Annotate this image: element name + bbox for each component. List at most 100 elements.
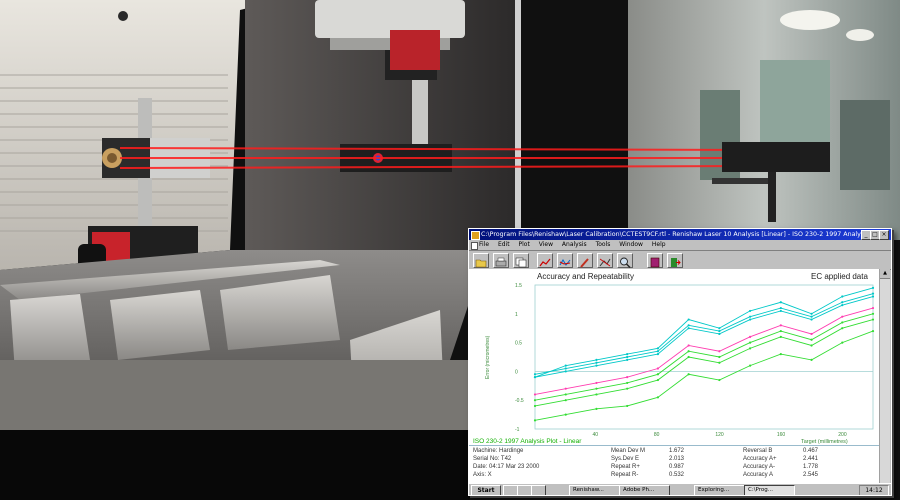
data-point: [810, 358, 813, 361]
vertical-scrollbar[interactable]: ▲ ▼: [879, 269, 890, 493]
line-chart-icon[interactable]: [537, 253, 553, 268]
zoom-icon[interactable]: [617, 253, 633, 268]
menu-help[interactable]: Help: [652, 241, 666, 248]
data-point: [626, 376, 629, 379]
close-icon[interactable]: ×: [879, 230, 889, 240]
menu-file[interactable]: File: [479, 241, 489, 248]
stat-value: 0.532: [669, 472, 685, 478]
stat-value: 2.441: [803, 456, 819, 462]
data-point: [687, 344, 690, 347]
analysis-window: C:\Program Files\Renishaw\Laser Calibrat…: [468, 228, 892, 496]
data-point: [841, 295, 844, 298]
data-point: [718, 361, 721, 364]
data-point: [841, 321, 844, 324]
data-point: [595, 364, 598, 367]
data-point: [871, 295, 875, 298]
data-point: [748, 315, 752, 318]
data-point: [656, 350, 660, 353]
serial-label: Serial No: T42: [473, 456, 512, 462]
data-point: [810, 344, 813, 347]
data-point: [779, 306, 782, 310]
data-point: [748, 335, 752, 338]
data-point: [748, 364, 752, 367]
menu-edit[interactable]: Edit: [498, 241, 510, 248]
data-point: [748, 309, 752, 313]
compare-icon[interactable]: [597, 253, 613, 268]
taskbar-item-adobe[interactable]: Adobe Ph...: [619, 485, 670, 495]
data-point: [656, 396, 660, 399]
data-point: [595, 361, 598, 364]
stat-label: Accuracy A+: [743, 456, 777, 462]
data-point: [533, 399, 537, 402]
data-point: [656, 367, 660, 370]
data-point: [595, 407, 598, 410]
menu-plot[interactable]: Plot: [519, 241, 530, 248]
series-line: [534, 313, 874, 401]
x-tick-label: 160: [777, 432, 786, 438]
taskbar-item-active-window[interactable]: C:\Prog...: [744, 485, 795, 495]
data-point: [718, 350, 721, 353]
book-icon[interactable]: [647, 253, 663, 268]
stat-value: 2.545: [803, 472, 819, 478]
document-icon[interactable]: [471, 242, 478, 250]
y-axis-label: Error (micrometres): [485, 335, 491, 379]
machine-label: Machine: Hardinge: [473, 448, 524, 454]
data-point: [841, 304, 844, 307]
stat-value: 2.013: [669, 456, 685, 462]
scroll-up-icon[interactable]: ▲: [880, 269, 890, 279]
plot-icon[interactable]: [557, 253, 573, 268]
statistics-panel: ISO 230-2 1997 Analysis Plot - Linear Ma…: [469, 438, 879, 484]
taskbar-item-exploring[interactable]: Exploring...: [694, 485, 745, 495]
data-point: [626, 404, 629, 408]
data-point: [656, 373, 660, 376]
stat-label: Repeat R+: [611, 464, 640, 470]
exit-icon[interactable]: [667, 253, 683, 268]
data-point: [564, 364, 567, 367]
data-point: [656, 347, 660, 350]
data-point: [595, 358, 598, 361]
data-point: [810, 332, 813, 336]
data-point: [779, 309, 782, 313]
quicklaunch-ie-icon[interactable]: [503, 485, 518, 495]
data-point: [564, 399, 567, 402]
data-point: [871, 286, 875, 289]
menu-bar: File Edit Plot View Analysis Tools Windo…: [469, 240, 891, 251]
window-titlebar[interactable]: C:\Program Files\Renishaw\Laser Calibrat…: [469, 229, 891, 240]
data-point: [564, 367, 567, 370]
data-point: [626, 381, 629, 385]
data-point: [718, 355, 721, 359]
data-point: [595, 393, 598, 396]
data-point: [687, 355, 690, 359]
app-icon[interactable]: [471, 231, 480, 240]
data-point: [871, 318, 875, 321]
data-point: [810, 338, 813, 341]
data-point: [748, 347, 752, 350]
data-point: [810, 312, 813, 315]
menu-tools[interactable]: Tools: [596, 241, 611, 248]
taskbar: Start Renishaw... Adobe Ph... Exploring.…: [469, 483, 891, 495]
menu-view[interactable]: View: [539, 241, 553, 248]
series-line: [534, 330, 874, 421]
y-tick-label: 0: [515, 369, 518, 375]
data-point: [533, 419, 537, 422]
data-point: [779, 324, 782, 327]
taskbar-clock: 14:12: [859, 485, 889, 495]
quicklaunch-desktop-icon[interactable]: [517, 485, 532, 495]
stat-value: 1.778: [803, 464, 819, 470]
menu-window[interactable]: Window: [619, 241, 643, 248]
taskbar-item-renishaw[interactable]: Renishaw...: [569, 485, 620, 495]
print-icon[interactable]: [493, 253, 509, 268]
date-label: Date: 04:17 Mar 23 2000: [473, 464, 540, 470]
data-point: [626, 358, 629, 361]
copy-icon[interactable]: [513, 253, 529, 268]
start-button[interactable]: Start: [471, 485, 501, 495]
open-icon[interactable]: [473, 253, 489, 268]
menu-analysis[interactable]: Analysis: [562, 241, 587, 248]
quicklaunch-outlook-icon[interactable]: [531, 485, 546, 495]
data-point: [564, 393, 567, 396]
data-point: [841, 327, 844, 330]
x-tick-label: 120: [715, 432, 724, 438]
toolbar: [469, 251, 891, 270]
wrench-icon[interactable]: [577, 253, 593, 268]
x-tick-label: 80: [654, 432, 660, 438]
